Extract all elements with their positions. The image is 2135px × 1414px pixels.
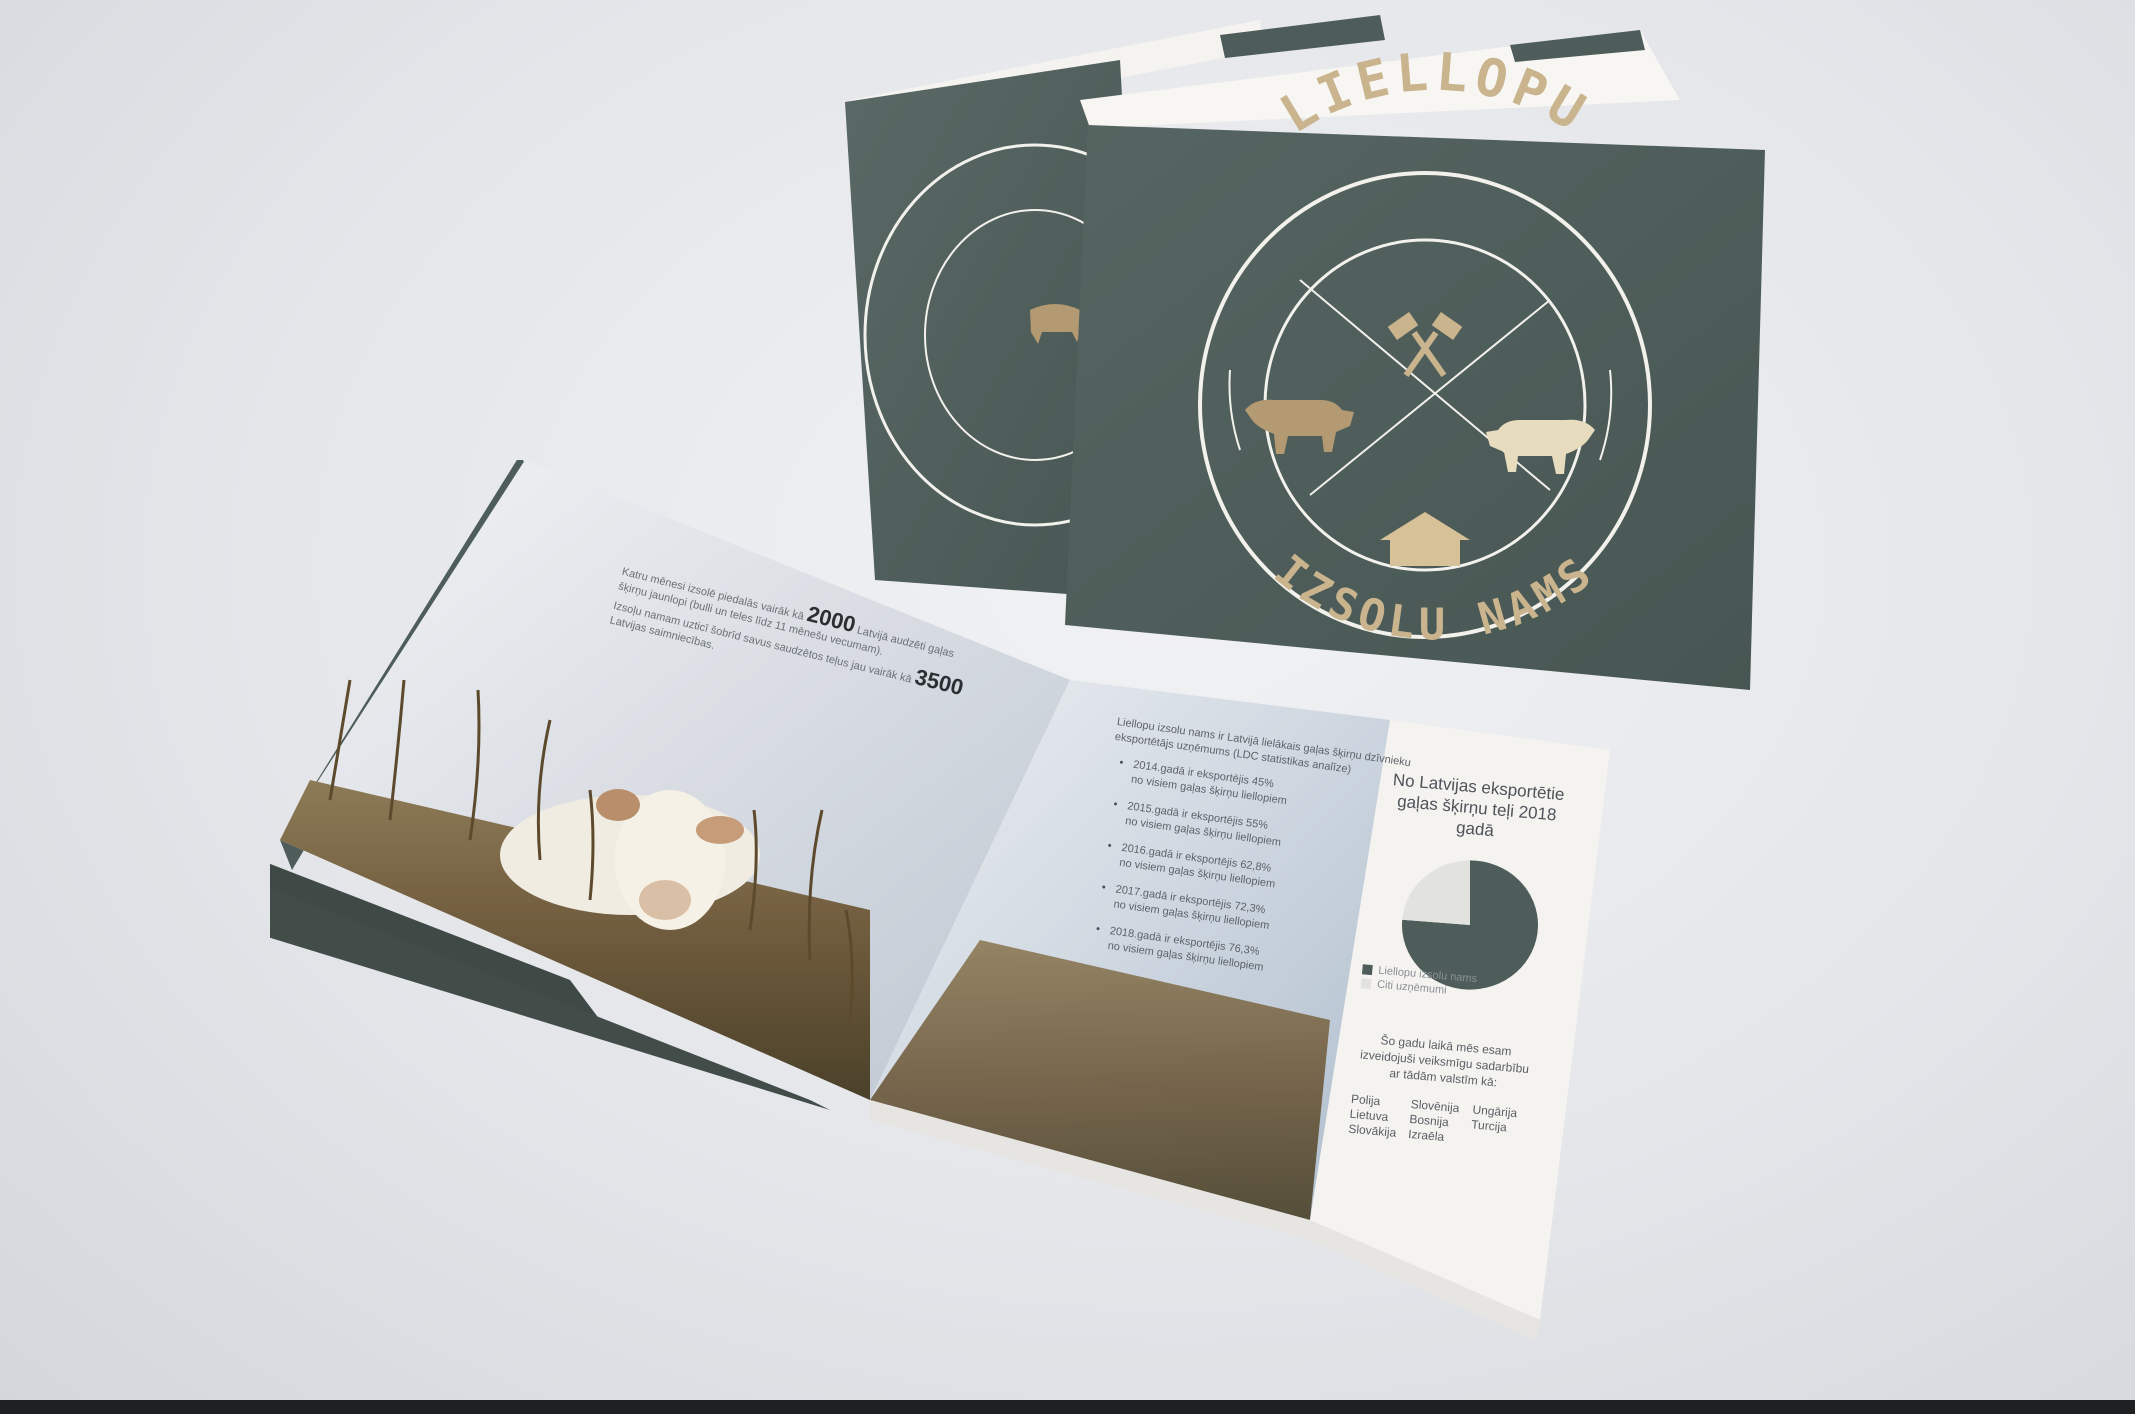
bottom-bar	[0, 1400, 2135, 1414]
partners-intro: Šo gadu laikā mēs esam izveidojuši veiks…	[1359, 1033, 1530, 1090]
inner-page-strip	[1220, 15, 1385, 58]
export-bullets: 2014.gadā ir eksportējis 45%no visiem ga…	[1085, 755, 1406, 992]
right-panel-text: No Latvijas eksportētie gaļas šķirņu teļ…	[1348, 768, 1599, 1156]
chart-legend: Liellopu izsolu nams Citi uzņēmumi	[1360, 962, 1583, 1009]
open-brochure: Katru mēnesi izsolē piedalās vairāk kā 2…	[270, 460, 1640, 1340]
legend-swatch	[1361, 964, 1373, 976]
legend-swatch	[1360, 978, 1372, 990]
